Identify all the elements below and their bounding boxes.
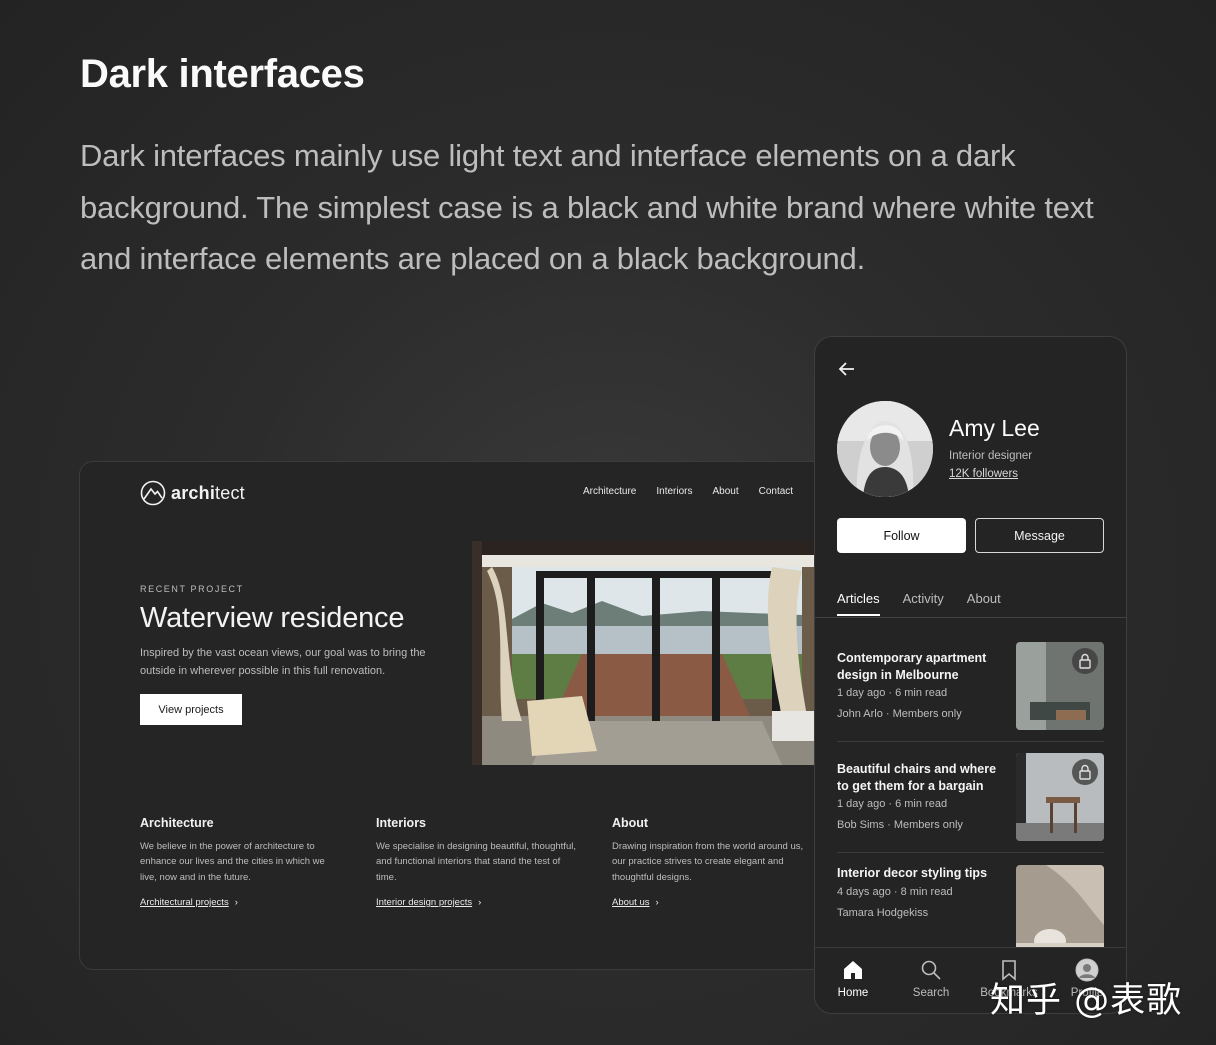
article-title: Interior decor styling tips [837, 866, 988, 880]
top-nav: Architecture Interiors About Contact [583, 486, 793, 497]
nav-search[interactable]: Search [901, 958, 961, 999]
list-item[interactable]: Contemporary apartment design in Melbour… [837, 642, 1104, 746]
chevron-right-icon: › [655, 897, 659, 908]
article-title: Contemporary apartment design in Melbour… [837, 651, 987, 682]
hero-photo [472, 541, 838, 765]
architectural-projects-link[interactable]: Architectural projects › [140, 897, 238, 908]
column-text: We specialise in designing beautiful, th… [376, 841, 576, 883]
tab-about[interactable]: About [967, 591, 1001, 606]
nav-architecture[interactable]: Architecture [583, 486, 636, 497]
article-time: 4 days ago · 8 min read [837, 886, 953, 898]
column-text: We believe in the power of architecture … [140, 841, 325, 883]
followers-link[interactable]: 12K followers [949, 468, 1018, 480]
article-thumbnail [1016, 753, 1104, 841]
column-title: Architecture [140, 816, 214, 830]
architect-logo[interactable]: architect [140, 480, 245, 506]
tab-divider [815, 617, 1126, 618]
mobile-profile-screen: Amy Lee Interior designer 12K followers … [814, 336, 1127, 1014]
profile-name: Amy Lee [949, 415, 1040, 441]
list-item[interactable]: Beautiful chairs and where to get them f… [837, 753, 1104, 857]
view-projects-button[interactable]: View projects [140, 694, 242, 725]
article-time: 1 day ago · 6 min read [837, 687, 948, 699]
column-title: About [612, 816, 649, 830]
page-heading: Dark interfaces [80, 52, 365, 96]
article-thumbnail [1016, 865, 1104, 953]
column-text: Drawing inspiration from the world aroun… [612, 841, 804, 883]
article-author: John Arlo · Members only [837, 708, 962, 720]
about-us-link[interactable]: About us › [612, 897, 659, 908]
message-button[interactable]: Message [975, 518, 1104, 553]
follow-button[interactable]: Follow [837, 518, 966, 553]
column-title: Interiors [376, 816, 427, 830]
search-icon [921, 960, 941, 980]
article-author: Bob Sims · Members only [837, 819, 963, 831]
article-thumbnail [1016, 642, 1104, 730]
tab-articles[interactable]: Articles [837, 591, 880, 616]
article-time: 1 day ago · 6 min read [837, 798, 948, 810]
article-title: Beautiful chairs and where to get them f… [837, 762, 997, 793]
lock-icon [1072, 648, 1098, 674]
nav-interiors[interactable]: Interiors [656, 486, 692, 497]
column-interiors: Interiors We specialise in designing bea… [376, 816, 576, 910]
hero-description: Inspired by the vast ocean views, our go… [140, 647, 426, 677]
back-arrow-icon[interactable] [837, 359, 857, 379]
avatar[interactable] [837, 401, 933, 497]
nav-home[interactable]: Home [823, 958, 883, 999]
lock-icon [1072, 759, 1098, 785]
list-divider [837, 741, 1104, 742]
watermark: 知乎 @表歌 [990, 981, 1183, 1021]
article-author: Tamara Hodgekiss [837, 907, 929, 919]
nav-contact[interactable]: Contact [759, 486, 793, 497]
nav-about[interactable]: About [712, 486, 738, 497]
interior-design-projects-link[interactable]: Interior design projects › [376, 897, 481, 908]
chevron-right-icon: › [234, 897, 238, 908]
home-icon [844, 961, 862, 979]
desktop-website-card: architect Architecture Interiors About C… [79, 461, 839, 970]
column-architecture: Architecture We believe in the power of … [140, 816, 340, 910]
list-divider [837, 852, 1104, 853]
column-about: About Drawing inspiration from the world… [612, 816, 812, 910]
intro-paragraph: Dark interfaces mainly use light text an… [80, 138, 1094, 276]
hero-title: Waterview residence [140, 602, 405, 634]
chevron-right-icon: › [478, 897, 482, 908]
tab-activity[interactable]: Activity [903, 591, 944, 606]
logo-text: architect [171, 482, 245, 503]
hero-eyebrow: RECENT PROJECT [140, 584, 244, 594]
profile-role: Interior designer [949, 450, 1033, 462]
logo-mountain-icon [140, 480, 166, 506]
profile-tabs: Articles Activity About [837, 591, 1126, 616]
